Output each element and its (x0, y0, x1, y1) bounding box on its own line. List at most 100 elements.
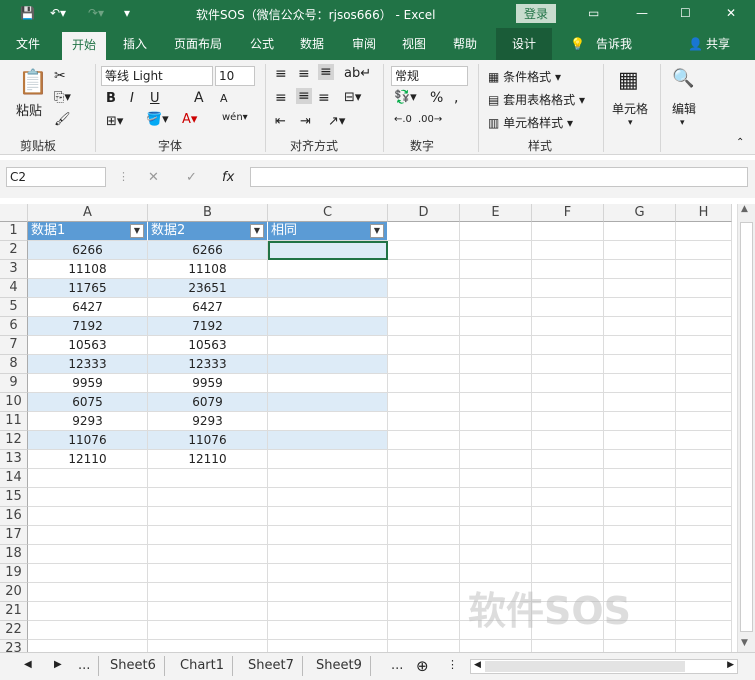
cell[interactable] (532, 317, 604, 336)
cell[interactable] (28, 526, 148, 545)
cell[interactable] (532, 488, 604, 507)
cell[interactable]: 7192 (28, 317, 148, 336)
cut-icon[interactable]: ✂ (54, 68, 66, 84)
cell[interactable] (532, 526, 604, 545)
add-sheet-icon[interactable]: ⊕ (416, 657, 429, 675)
cell[interactable] (460, 355, 532, 374)
horizontal-scrollbar[interactable]: ◀ ▶ (470, 659, 738, 674)
fill-color-icon[interactable]: 🪣▾ (146, 112, 169, 127)
cell[interactable] (460, 336, 532, 355)
row-header[interactable]: 7 (0, 336, 28, 355)
editing-button[interactable]: 编辑 (672, 100, 696, 117)
tab-data[interactable]: 数据 (300, 28, 324, 60)
cell[interactable]: 12110 (148, 450, 268, 469)
cell[interactable]: 12333 (28, 355, 148, 374)
cell[interactable] (676, 355, 732, 374)
sheet-tab[interactable]: Chart1 (172, 656, 233, 676)
column-header[interactable]: F (532, 204, 604, 222)
filter-dropdown-icon[interactable]: ▼ (130, 224, 144, 238)
vertical-scrollbar[interactable]: ▲ ▼ (737, 204, 755, 652)
cell[interactable] (388, 488, 460, 507)
column-header[interactable]: E (460, 204, 532, 222)
cell[interactable] (676, 488, 732, 507)
cell[interactable]: 11765 (28, 279, 148, 298)
cell[interactable] (676, 450, 732, 469)
cell[interactable] (532, 507, 604, 526)
formula-input[interactable] (250, 167, 748, 187)
ribbon-display-icon[interactable]: ▭ (588, 6, 599, 20)
cell[interactable] (460, 298, 532, 317)
sheet-tab[interactable]: Sheet6 (102, 656, 165, 676)
cell[interactable] (388, 393, 460, 412)
cell[interactable]: 6266 (28, 241, 148, 260)
cell[interactable] (388, 564, 460, 583)
cell[interactable]: 9293 (148, 412, 268, 431)
cell[interactable] (460, 260, 532, 279)
cell[interactable] (28, 488, 148, 507)
cell[interactable] (388, 317, 460, 336)
cell[interactable] (388, 374, 460, 393)
cell[interactable] (28, 507, 148, 526)
cell[interactable] (388, 621, 460, 640)
row-header[interactable]: 5 (0, 298, 28, 317)
cell[interactable]: 6079 (148, 393, 268, 412)
cell[interactable]: 9959 (148, 374, 268, 393)
cell[interactable] (148, 507, 268, 526)
customize-icon[interactable]: ▾ (124, 6, 130, 20)
cell[interactable] (604, 355, 676, 374)
cell[interactable] (268, 507, 388, 526)
row-header[interactable]: 15 (0, 488, 28, 507)
cell[interactable] (532, 469, 604, 488)
tab-view[interactable]: 视图 (402, 28, 426, 60)
collapse-ribbon-icon[interactable]: ⌃ (736, 137, 744, 148)
cells-button[interactable]: 单元格 (612, 100, 648, 117)
tab-formulas[interactable]: 公式 (250, 28, 274, 60)
cell[interactable] (460, 222, 532, 241)
cell[interactable] (604, 298, 676, 317)
row-header[interactable]: 2 (0, 241, 28, 260)
cell[interactable] (268, 336, 388, 355)
tab-help[interactable]: 帮助 (453, 28, 477, 60)
format-painter-icon[interactable]: 🖌 (54, 112, 71, 127)
cell[interactable] (676, 602, 732, 621)
cell[interactable] (268, 564, 388, 583)
cell[interactable] (388, 640, 460, 652)
cell[interactable]: 7192 (148, 317, 268, 336)
tab-home[interactable]: 开始 (62, 32, 107, 60)
decrease-decimal-icon[interactable]: .00→ (418, 114, 442, 125)
cell[interactable] (676, 431, 732, 450)
cell[interactable] (388, 222, 460, 241)
cell[interactable] (460, 393, 532, 412)
cell[interactable] (676, 298, 732, 317)
row-header[interactable]: 11 (0, 412, 28, 431)
sheet-overflow-left[interactable]: ... (70, 656, 100, 676)
grow-font-button[interactable]: A (194, 90, 204, 106)
cell[interactable] (604, 336, 676, 355)
cell[interactable] (388, 260, 460, 279)
cell[interactable]: 10563 (148, 336, 268, 355)
cancel-icon[interactable]: ✕ (148, 170, 159, 185)
comma-icon[interactable]: , (454, 90, 458, 106)
row-header[interactable]: 10 (0, 393, 28, 412)
cell[interactable] (604, 374, 676, 393)
cell[interactable] (268, 298, 388, 317)
splitter-icon[interactable]: ⋮ (447, 658, 458, 671)
cell[interactable] (604, 260, 676, 279)
share-button[interactable]: 共享 (706, 28, 730, 60)
cell[interactable] (460, 279, 532, 298)
cell[interactable] (388, 336, 460, 355)
cell[interactable] (676, 469, 732, 488)
cell[interactable] (268, 469, 388, 488)
cell[interactable] (148, 545, 268, 564)
cell[interactable] (388, 507, 460, 526)
cell[interactable] (388, 469, 460, 488)
cell[interactable] (604, 279, 676, 298)
cell[interactable] (676, 507, 732, 526)
cell[interactable] (460, 374, 532, 393)
cell-styles-button[interactable]: ▥ 单元格样式 ▾ (488, 114, 573, 131)
cell[interactable] (676, 526, 732, 545)
increase-indent-icon[interactable]: ⇥ (300, 114, 311, 129)
row-header[interactable]: 19 (0, 564, 28, 583)
cells-dropdown-icon[interactable]: ▾ (628, 118, 633, 128)
column-header[interactable]: G (604, 204, 676, 222)
